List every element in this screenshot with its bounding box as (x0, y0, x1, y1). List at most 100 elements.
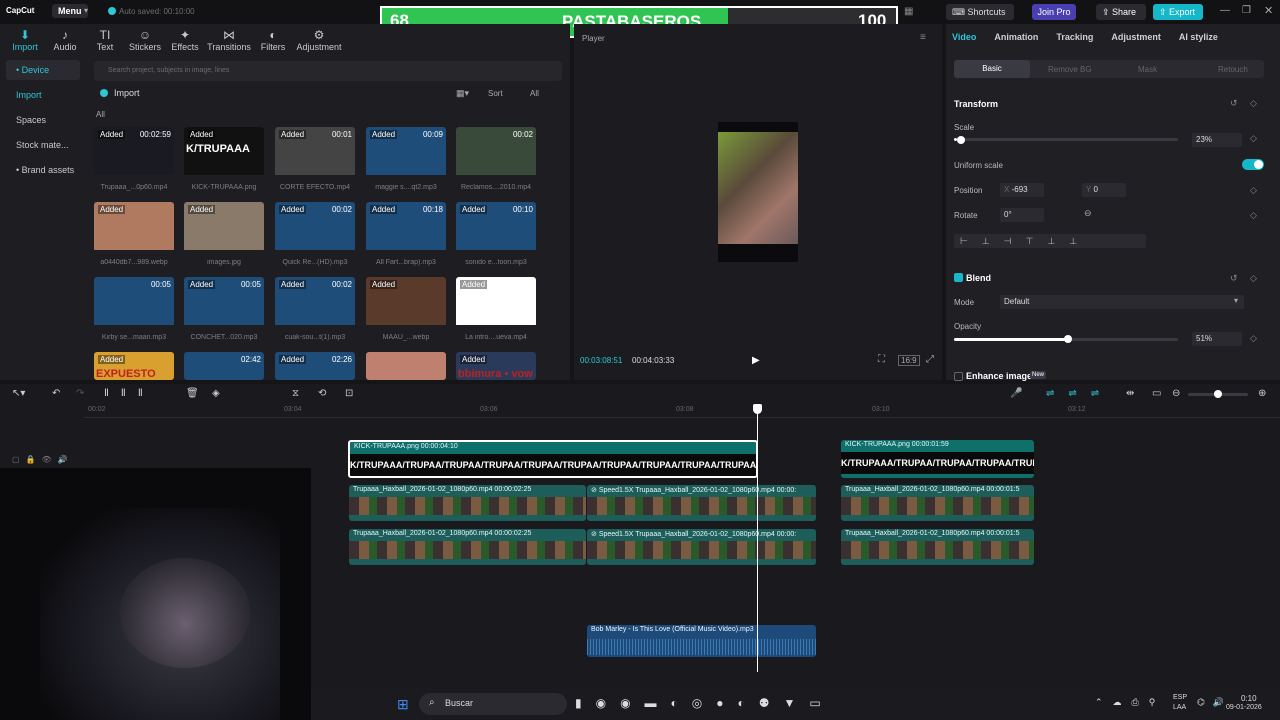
split-tools-icon[interactable]: ⅡⅡⅡ (104, 388, 155, 399)
blend-checkbox[interactable] (954, 273, 963, 282)
taskbar-search[interactable]: ⌕ Buscar (419, 693, 567, 715)
media-item[interactable]: Added (184, 202, 264, 252)
maximize-icon[interactable]: ❐ (1242, 5, 1251, 16)
audio-clip[interactable]: Bob Marley - Is This Love (Official Musi… (587, 625, 816, 657)
blend-keyframe-icon[interactable]: ◇ (1250, 273, 1257, 284)
rotate-dial-icon[interactable]: ⊖ (1084, 208, 1092, 219)
nav-spaces[interactable]: Spaces (6, 110, 80, 130)
expand-icon[interactable]: ⤢ (926, 354, 934, 365)
nav-import[interactable]: Import (6, 85, 80, 105)
reset-icon[interactable]: ↺ (1230, 98, 1238, 109)
tab-animation[interactable]: Animation (994, 32, 1038, 42)
fullscreen-crop-icon[interactable]: ⛶ (878, 354, 885, 365)
mirror-icon[interactable]: ⧖ (292, 388, 299, 399)
nav-brand-assets[interactable]: • Brand assets (6, 160, 80, 180)
time-ruler[interactable]: 00:02 03:04 03:06 03:08 03:10 03:12 (84, 404, 1280, 418)
snap-icon[interactable]: ⇹ (1126, 388, 1134, 399)
media-item[interactable]: Added 02:26 (275, 352, 355, 380)
position-keyframe-icon[interactable]: ◇ (1250, 185, 1257, 196)
media-item[interactable]: EXPUESTO Added (94, 352, 174, 380)
media-item[interactable]: Added 00:02 (275, 202, 355, 252)
tab-video[interactable]: Video (952, 32, 976, 42)
redo-icon[interactable]: ↷ (76, 388, 84, 399)
position-x-field[interactable]: X -693 (1000, 183, 1044, 197)
tab-adjustment-inspector[interactable]: Adjustment (1111, 32, 1161, 42)
media-item[interactable]: 02:42 (184, 352, 264, 380)
media-item[interactable]: bbimura • vow Added (456, 352, 536, 380)
position-y-field[interactable]: Y 0 (1082, 183, 1126, 197)
scale-slider[interactable] (954, 138, 1178, 141)
uniform-scale-toggle[interactable] (1242, 159, 1264, 170)
opacity-field[interactable]: 51% (1192, 332, 1242, 346)
tab-stickers[interactable]: ☺ Stickers (126, 24, 164, 58)
tray-icons[interactable]: ⌃☁⎙⚲ (1095, 697, 1165, 708)
align-buttons-icon[interactable]: ⊢⊥⊣⊤⊥⊥ (954, 234, 1146, 248)
minimize-icon[interactable]: — (1220, 5, 1230, 16)
blend-reset-icon[interactable]: ↺ (1230, 273, 1238, 284)
windows-start-icon[interactable]: ⊞ (397, 696, 409, 713)
ratio-button[interactable]: 16:9 (898, 355, 920, 366)
media-item[interactable] (366, 352, 446, 380)
subtab-mask[interactable]: Mask (1138, 65, 1157, 74)
tab-import[interactable]: ⬇ Import (6, 24, 44, 58)
view-toggle-icon[interactable]: ▦▾ (456, 88, 469, 99)
layout-icon[interactable]: ▦ (904, 6, 913, 17)
import-button[interactable]: Import (114, 88, 140, 98)
media-item[interactable]: 00:05 (94, 277, 174, 327)
delete-icon[interactable]: 🗑 (186, 388, 199, 399)
shield-icon[interactable]: ◈ (212, 388, 220, 399)
video-clip[interactable]: Trupaaa_Haxball_2026-01-02_1080p60.mp4 0… (349, 485, 586, 521)
preview-axis-icon[interactable]: ▭ (1152, 388, 1161, 399)
enhance-checkbox[interactable] (954, 372, 963, 381)
join-pro-button[interactable]: Join Pro (1032, 4, 1076, 20)
subtab-basic[interactable]: Basic (954, 60, 1030, 78)
filter-all-button[interactable]: All (530, 89, 539, 98)
tab-audio[interactable]: ♪ Audio (46, 24, 84, 58)
tab-transitions[interactable]: ⋈ Transitions (206, 24, 252, 58)
tab-tracking[interactable]: Tracking (1056, 32, 1093, 42)
rotate-icon[interactable]: ⟲ (318, 388, 326, 399)
nav-device[interactable]: • Device (6, 60, 80, 80)
zoom-knob[interactable] (1214, 390, 1222, 398)
subtab-retouch[interactable]: Retouch (1218, 65, 1248, 74)
zoom-out-icon[interactable]: ⊖ (1172, 388, 1180, 399)
track-controls-icon[interactable]: ▢🔒👁🔊 (12, 455, 74, 464)
png-clip-2[interactable]: KICK-TRUPAAA.png 00:00:01:59 K/TRUPAAA/T… (841, 440, 1034, 478)
video-clip-speed[interactable]: ⊘ Speed1.5X Trupaaa_Haxball_2026-01-02_1… (587, 485, 816, 521)
share-button[interactable]: ⇪ Share (1096, 4, 1146, 20)
nav-stock[interactable]: Stock mate... (6, 135, 80, 155)
export-button[interactable]: ⇧ Export (1153, 4, 1203, 20)
zoom-in-icon[interactable]: ⊕ (1258, 388, 1266, 399)
media-item[interactable]: Added 00:10 (456, 202, 536, 252)
shortcuts-button[interactable]: ⌨ Shortcuts (946, 4, 1014, 20)
tab-filters[interactable]: ◐ Filters (254, 24, 292, 58)
taskbar-apps-icon[interactable]: ▮◉◉▬◐◎●◐⚉▼▭ (575, 696, 835, 710)
video-clip-speed[interactable]: ⊘ Speed1.5X Trupaaa_Haxball_2026-01-02_1… (587, 529, 816, 565)
search-input[interactable]: Search project, subjects in image, lines (94, 61, 562, 81)
scale-field[interactable]: 23% (1192, 133, 1242, 147)
media-item[interactable]: Added (94, 202, 174, 252)
media-item[interactable]: Added 00:02:59 (94, 127, 174, 177)
rotate-field[interactable]: 0° (1000, 208, 1044, 222)
scale-keyframe-icon[interactable]: ◇ (1250, 133, 1257, 144)
png-clip-1[interactable]: KICK-TRUPAAA.png 00:00:04:10 K/TRUPAAA/T… (348, 440, 758, 478)
subtab-remove-bg[interactable]: Remove BG (1048, 65, 1092, 74)
media-item[interactable]: Added 00:09 (366, 127, 446, 177)
media-item[interactable]: Added 00:17 (456, 277, 536, 327)
video-clip[interactable]: Trupaaa_Haxball_2026-01-02_1080p60.mp4 0… (841, 529, 1034, 565)
media-item[interactable]: Added 00:05 (184, 277, 264, 327)
language[interactable]: ESP (1173, 694, 1187, 701)
player-menu-icon[interactable]: ≡ (920, 32, 926, 43)
microphone-icon[interactable]: 🎤 (1010, 388, 1022, 399)
clock-time[interactable]: 0:10 (1241, 694, 1257, 703)
select-tool-icon[interactable]: ↖▾ (12, 388, 25, 399)
play-icon[interactable]: ▶ (752, 355, 760, 366)
playhead-handle[interactable] (753, 404, 762, 414)
mode-select[interactable]: Default (1000, 295, 1244, 309)
opacity-knob[interactable] (1064, 335, 1073, 343)
link-toggles-icon[interactable]: ⇌⇌⇌ (1046, 388, 1113, 399)
tab-ai-stylize[interactable]: AI stylize (1179, 32, 1218, 42)
video-clip[interactable]: Trupaaa_Haxball_2026-01-02_1080p60.mp4 0… (841, 485, 1034, 521)
tab-effects[interactable]: ✦ Effects (166, 24, 204, 58)
media-item[interactable]: 00:02 (456, 127, 536, 177)
